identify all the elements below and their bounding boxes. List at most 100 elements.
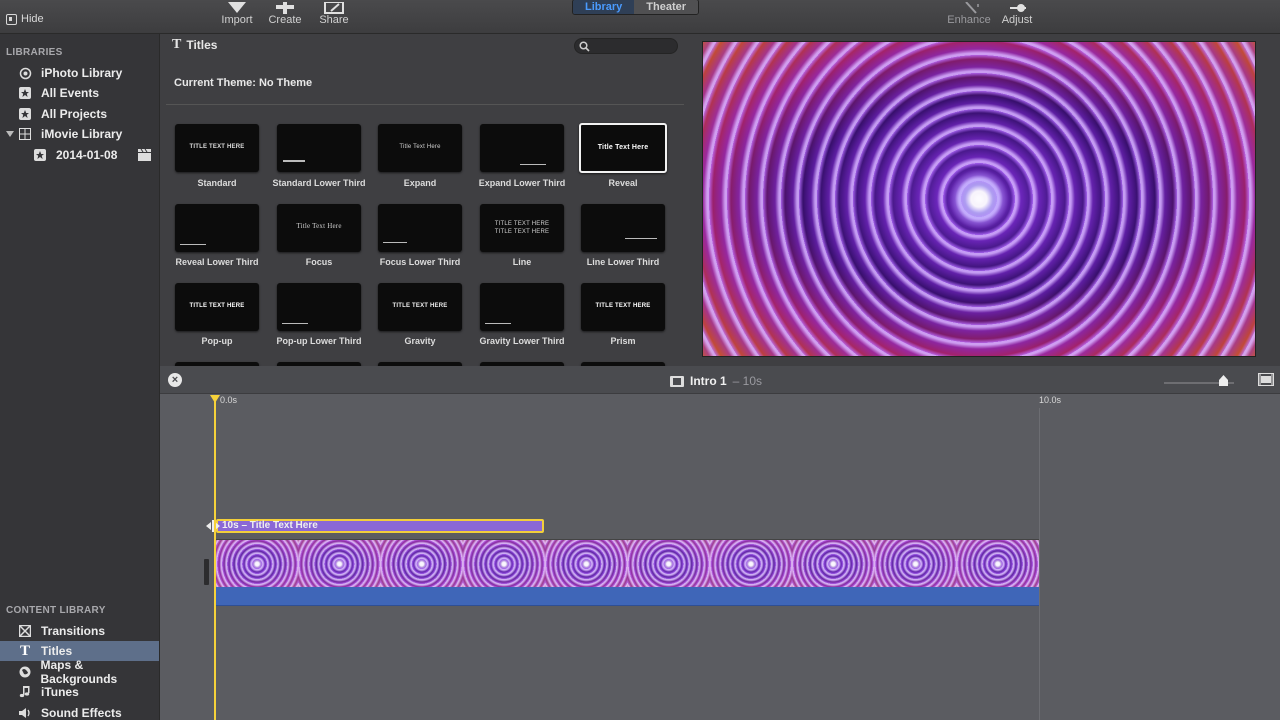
- tile-caption: Reveal: [608, 178, 638, 188]
- speaker-icon: [18, 706, 32, 720]
- clapper-icon[interactable]: [138, 148, 151, 164]
- video-preview[interactable]: [702, 41, 1256, 357]
- tab-theater[interactable]: Theater: [634, 0, 699, 14]
- sidebar-item-label: All Events: [41, 86, 100, 100]
- tile-caption: Standard Lower Third: [272, 178, 366, 188]
- title-t-icon: T: [172, 37, 182, 52]
- sidebar-item-itunes[interactable]: iTunes: [0, 682, 159, 702]
- viewer: [690, 34, 1280, 366]
- search-icon: [579, 41, 590, 52]
- globe-icon: [18, 665, 32, 679]
- film-strip-icon: [670, 375, 684, 387]
- title-tile-focus[interactable]: Title Text Here: [277, 204, 361, 252]
- tab-library[interactable]: Library: [573, 0, 635, 14]
- hide-sidebar-button[interactable]: Hide: [6, 13, 44, 25]
- tile-caption: Prism: [610, 336, 636, 346]
- music-note-icon: [18, 685, 32, 699]
- sidebar-item-transitions[interactable]: Transitions: [0, 621, 159, 641]
- title-tile-standard[interactable]: TITLE TEXT HERE: [175, 124, 259, 172]
- ruler-end-label: 10.0s: [1039, 395, 1062, 405]
- audio-waveform[interactable]: [216, 587, 1039, 606]
- project-duration: – 10s: [732, 374, 763, 388]
- sidebar-item-event-2014-01-08[interactable]: 2014-01-08: [0, 145, 159, 165]
- tile-caption: Gravity Lower Third: [479, 336, 565, 346]
- search-input[interactable]: [574, 38, 678, 54]
- ruler-start-label: 0.0s: [220, 395, 238, 405]
- clip-handle[interactable]: [204, 559, 209, 585]
- hide-label: Hide: [21, 13, 44, 25]
- title-tile-expand-lower-third[interactable]: [480, 124, 564, 172]
- adjust-button[interactable]: Adjust: [992, 0, 1042, 26]
- tile-preview-text: TITLE TEXT HERE: [189, 303, 245, 309]
- sidebar-item-all-projects[interactable]: All Projects: [0, 104, 159, 124]
- divider: [166, 104, 684, 105]
- sidebar-item-iphoto-library[interactable]: iPhoto Library: [0, 63, 159, 83]
- sidebar-item-all-events[interactable]: All Events: [0, 83, 159, 103]
- playhead[interactable]: [214, 400, 216, 720]
- trim-cursor-icon: [206, 520, 220, 532]
- timeline: × Intro 1 – 10s 0.0s 10.0s 10s – Title T…: [160, 366, 1280, 720]
- timeline-settings-icon[interactable]: [1258, 373, 1274, 386]
- libraries-header: LIBRARIES: [6, 47, 63, 58]
- import-button[interactable]: Import: [212, 0, 262, 26]
- title-clip[interactable]: 10s – Title Text Here: [216, 519, 544, 533]
- timeline-header: × Intro 1 – 10s: [160, 366, 1280, 394]
- sidebar-item-maps-backgrounds[interactable]: Maps & Backgrounds: [0, 658, 159, 686]
- tile-preview-text: TITLE TEXT HERE: [189, 144, 245, 150]
- title-tile-pop-up-lower-third[interactable]: [277, 283, 361, 331]
- sidebar-item-label: Transitions: [41, 624, 106, 638]
- tile-caption: Line Lower Third: [586, 257, 660, 267]
- sidebar-item-label: 2014-01-08: [56, 148, 118, 162]
- current-theme-label: Current Theme: No Theme: [174, 77, 313, 89]
- tile-caption: Standard: [197, 178, 237, 188]
- title-tile-expand[interactable]: Title Text Here: [378, 124, 462, 172]
- sidebar-item-label: Titles: [41, 644, 73, 658]
- zoom-slider-knob[interactable]: [1219, 375, 1228, 386]
- create-label: Create: [268, 14, 302, 26]
- tile-preview-line: [383, 242, 407, 243]
- title-tile-prism[interactable]: TITLE TEXT HERE: [581, 283, 665, 331]
- tile-preview-line: [180, 244, 206, 245]
- tile-preview-text: TITLE TEXT HERE: [494, 221, 550, 227]
- tile-caption: Focus Lower Third: [379, 257, 461, 267]
- title-tile-gravity[interactable]: TITLE TEXT HERE: [378, 283, 462, 331]
- title-tile-pop-up[interactable]: TITLE TEXT HERE: [175, 283, 259, 331]
- share-label: Share: [319, 14, 349, 26]
- title-tile-line-lower-third[interactable]: [581, 204, 665, 252]
- imovie-window: Hide Import Create Share Library Theater: [0, 0, 1280, 720]
- sidebar-item-label: iPhoto Library: [41, 66, 123, 80]
- share-button[interactable]: Share: [309, 0, 359, 26]
- tile-caption: Line: [512, 257, 532, 267]
- title-tile-reveal[interactable]: Title Text Here: [579, 123, 667, 173]
- close-project-icon[interactable]: ×: [168, 373, 182, 387]
- view-switcher: Library Theater: [572, 0, 700, 15]
- title-tile-focus-lower-third[interactable]: [378, 204, 462, 252]
- share-icon: [309, 0, 359, 14]
- tile-preview-text: TITLE TEXT HERE: [595, 303, 651, 309]
- star-icon: [18, 86, 32, 100]
- enhance-label: Enhance: [947, 14, 991, 26]
- sidebar-item-imovie-library[interactable]: iMovie Library: [0, 124, 159, 144]
- content-library-header: CONTENT LIBRARY: [6, 605, 106, 616]
- sidebar-item-label: iMovie Library: [41, 127, 123, 141]
- tile-caption: Reveal Lower Third: [175, 257, 259, 267]
- sidebar-item-label: All Projects: [41, 107, 108, 121]
- tile-preview-line: [485, 323, 511, 324]
- sidebar-toggle-icon: [6, 13, 17, 25]
- grid-icon: [18, 127, 32, 141]
- tile-caption: Pop-up Lower Third: [276, 336, 362, 346]
- star-icon: [33, 148, 47, 162]
- create-button[interactable]: Create: [260, 0, 310, 26]
- title-tile-gravity-lower-third[interactable]: [480, 283, 564, 331]
- sidebar-item-label: Sound Effects: [41, 706, 122, 720]
- camera-icon: [18, 66, 32, 80]
- title-t-icon: T: [19, 642, 30, 659]
- transition-icon: [18, 624, 32, 638]
- video-clip[interactable]: [216, 539, 1039, 587]
- title-tile-line[interactable]: TITLE TEXT HERE TITLE TEXT HERE: [480, 204, 564, 252]
- enhance-button[interactable]: Enhance: [944, 0, 994, 26]
- title-tile-reveal-lower-third[interactable]: [175, 204, 259, 252]
- sidebar-item-sound-effects[interactable]: Sound Effects: [0, 703, 159, 720]
- import-label: Import: [221, 14, 253, 26]
- title-tile-standard-lower-third[interactable]: [277, 124, 361, 172]
